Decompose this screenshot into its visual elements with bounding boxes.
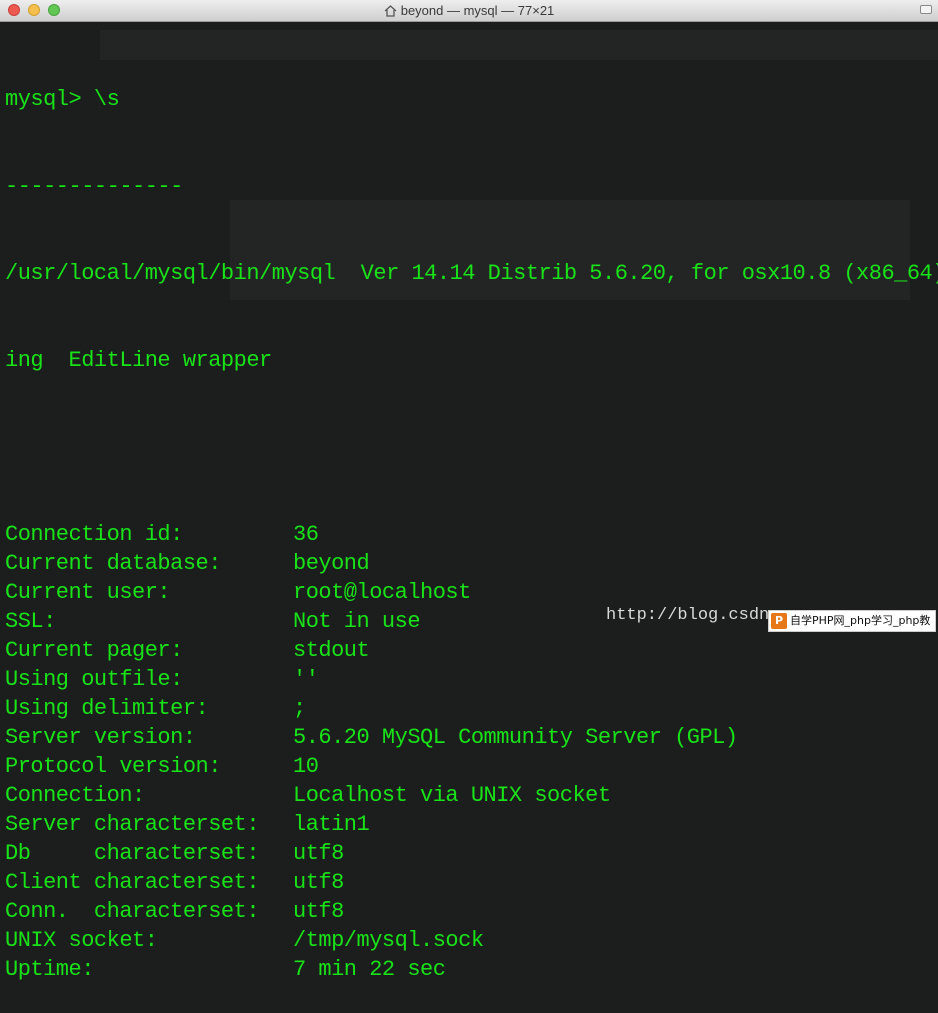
- status-label: Using delimiter:: [5, 696, 209, 721]
- status-value: 5.6.20 MySQL Community Server (GPL): [293, 725, 738, 750]
- watermark-url: http://blog.csdn: [606, 606, 770, 625]
- status-label: Connection id:: [5, 522, 183, 547]
- version-line-continued: ing EditLine wrapper: [5, 348, 272, 373]
- status-value: utf8: [293, 870, 344, 895]
- status-row: Current user: root@localhost: [5, 578, 935, 607]
- terminal-output[interactable]: mysql> \s -------------- /usr/local/mysq…: [5, 27, 938, 1013]
- status-label: Protocol version:: [5, 754, 221, 779]
- status-value: Not in use: [293, 609, 421, 634]
- status-value: latin1: [293, 812, 370, 837]
- php-logo-icon: P: [771, 613, 787, 629]
- status-row: Current pager: stdout: [5, 636, 935, 665]
- status-list: Connection id: 36 Current database: beyond C…: [5, 520, 935, 984]
- status-label: Uptime:: [5, 957, 94, 982]
- version-line: /usr/local/mysql/bin/mysql Ver 14.14 Dis…: [5, 261, 938, 286]
- status-label: Connection:: [5, 783, 145, 808]
- status-row: Connection id: 36: [5, 520, 935, 549]
- status-row: UNIX socket: /tmp/mysql.sock: [5, 926, 935, 955]
- status-value: Localhost via UNIX socket: [293, 783, 611, 808]
- status-label: Current database:: [5, 551, 221, 576]
- status-value: 36: [293, 522, 319, 547]
- status-value: 10: [293, 754, 319, 779]
- status-value: /tmp/mysql.sock: [293, 928, 484, 953]
- status-row: Using delimiter:;: [5, 694, 935, 723]
- watermark-badge-text: 自学PHP网_php学习_php教: [790, 614, 931, 627]
- status-row: Conn. characterset: utf8: [5, 897, 935, 926]
- status-label: Current user:: [5, 580, 171, 605]
- status-row: Protocol version: 10: [5, 752, 935, 781]
- status-label: UNIX socket:: [5, 928, 158, 953]
- status-value: '': [293, 667, 319, 692]
- status-row: Uptime: 7 min 22 sec: [5, 955, 935, 984]
- window-title-container: beyond — mysql — 77×21: [0, 0, 938, 22]
- status-row: Db characterset: utf8: [5, 839, 935, 868]
- status-label: SSL:: [5, 609, 56, 634]
- status-value: utf8: [293, 899, 344, 924]
- command-prompt: mysql> \s: [5, 87, 120, 112]
- status-label: Server characterset:: [5, 812, 260, 837]
- status-label: Conn. characterset:: [5, 899, 260, 924]
- status-value: beyond: [293, 551, 370, 576]
- separator-line: --------------: [5, 174, 183, 199]
- status-row: Using outfile: '': [5, 665, 935, 694]
- status-label: Current pager:: [5, 638, 183, 663]
- status-row: Client characterset: utf8: [5, 868, 935, 897]
- status-label: Using outfile:: [5, 667, 183, 692]
- status-row: Server characterset: latin1: [5, 810, 935, 839]
- toolbar-toggle-icon[interactable]: [920, 5, 932, 14]
- status-value: ;: [293, 696, 306, 721]
- window-titlebar[interactable]: beyond — mysql — 77×21: [0, 0, 938, 22]
- status-value: stdout: [293, 638, 370, 663]
- home-folder-icon: [384, 2, 397, 24]
- window-title: beyond — mysql — 77×21: [400, 3, 555, 18]
- status-row: Server version: 5.6.20 MySQL Community Se…: [5, 723, 935, 752]
- status-value: utf8: [293, 841, 344, 866]
- status-value: root@localhost: [293, 580, 471, 605]
- watermark-badge: P 自学PHP网_php学习_php教: [768, 610, 936, 632]
- status-label: Client characterset:: [5, 870, 260, 895]
- status-row: Current database: beyond: [5, 549, 935, 578]
- status-label: Server version:: [5, 725, 196, 750]
- status-value: 7 min 22 sec: [293, 957, 446, 982]
- status-row: Connection: Localhost via UNIX socket: [5, 781, 935, 810]
- status-label: Db characterset:: [5, 841, 260, 866]
